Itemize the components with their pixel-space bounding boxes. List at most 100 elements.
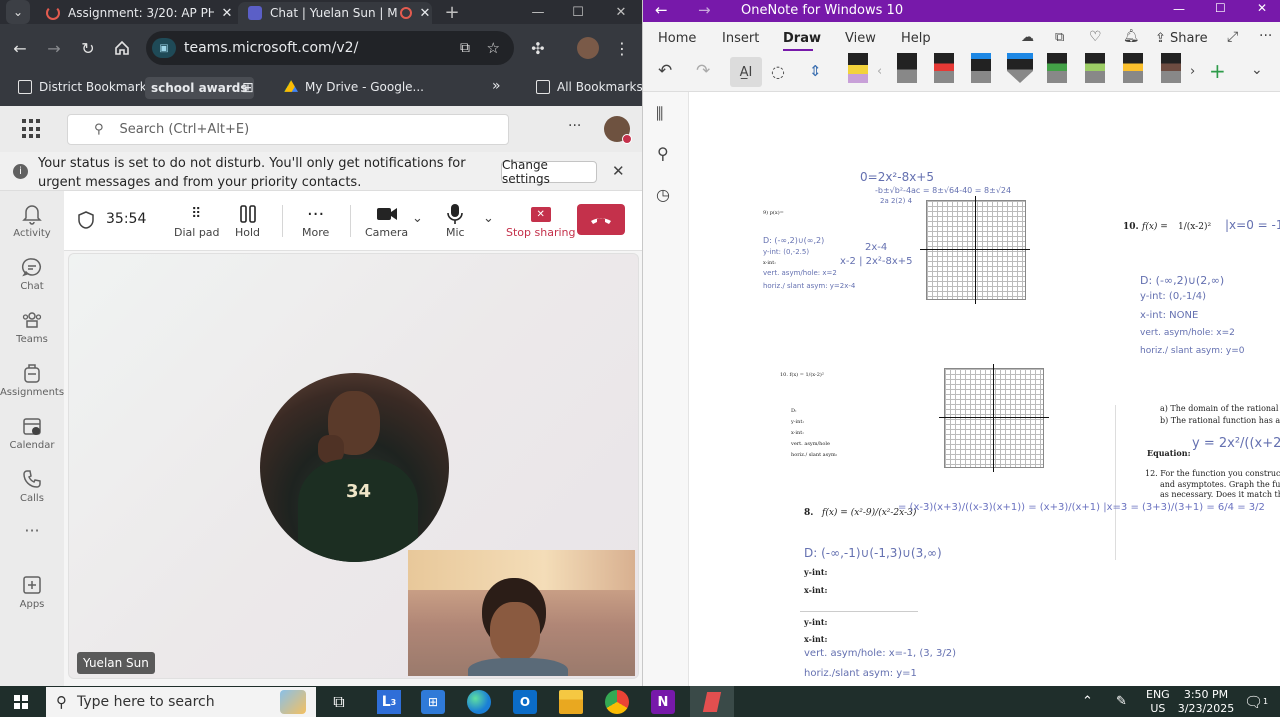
- lasso-select-icon[interactable]: ◌: [771, 62, 785, 81]
- close-icon[interactable]: ✕: [612, 162, 625, 180]
- add-pen-icon[interactable]: +: [1209, 59, 1226, 83]
- back-icon[interactable]: ←: [8, 36, 32, 60]
- menu-icon[interactable]: ⋮: [610, 36, 634, 60]
- pen-yellow[interactable]: [1123, 53, 1143, 83]
- minimize-icon[interactable]: —: [1173, 2, 1185, 16]
- site-info-icon[interactable]: ▣: [152, 38, 176, 58]
- pen-brown[interactable]: [1161, 53, 1181, 83]
- forward-icon[interactable]: →: [42, 36, 66, 60]
- taskbar-search[interactable]: ⚲ Type here to search: [46, 687, 316, 717]
- tab-view[interactable]: View: [845, 31, 876, 46]
- task-view-icon[interactable]: ⧉: [327, 690, 351, 714]
- rail-calendar[interactable]: Calendar: [0, 415, 64, 451]
- expand-icon[interactable]: ⤢: [1227, 29, 1238, 45]
- minimize-icon[interactable]: —: [516, 0, 560, 24]
- notifications-bell-icon[interactable]: 🔔︎: [1123, 29, 1140, 44]
- pen-lime[interactable]: [1085, 53, 1105, 83]
- bookmarks-overflow-button[interactable]: »: [492, 78, 501, 94]
- rail-more-button[interactable]: ···: [0, 521, 64, 540]
- ribbon-collapse-icon[interactable]: ⌄: [1251, 62, 1263, 78]
- eraser-tool[interactable]: [848, 53, 868, 83]
- pen-blue[interactable]: [971, 53, 991, 83]
- settings-more-button[interactable]: ···: [568, 118, 581, 134]
- onenote-icon[interactable]: N: [651, 690, 675, 714]
- more-button[interactable]: ··· More: [302, 202, 329, 240]
- leave-call-button[interactable]: [577, 204, 625, 235]
- bookmark-district[interactable]: District Bookmarks: [18, 80, 153, 94]
- pen-tray-icon[interactable]: ✎: [1116, 686, 1127, 717]
- lightbulb-icon[interactable]: ♡: [1089, 29, 1102, 45]
- install-app-icon[interactable]: ⧉: [460, 40, 470, 56]
- tab-help[interactable]: Help: [901, 31, 931, 46]
- user-avatar[interactable]: [604, 116, 632, 144]
- type-select-tool[interactable]: A̲I: [730, 57, 762, 87]
- clock[interactable]: 3:50 PM 3/23/2025: [1178, 686, 1234, 717]
- rail-teams[interactable]: Teams: [0, 309, 64, 345]
- mic-button[interactable]: Mic: [446, 202, 465, 239]
- taskbar-app-l[interactable]: L3: [377, 690, 401, 714]
- dialpad-button[interactable]: ⠿ Dial pad: [174, 202, 220, 239]
- camera-options-chevron-icon[interactable]: ⌄: [412, 211, 423, 226]
- language-indicator[interactable]: ENG US: [1146, 686, 1170, 717]
- bookmark-school-awards[interactable]: school awards: [145, 77, 254, 99]
- maximize-icon[interactable]: ☐: [556, 0, 600, 24]
- forward-icon[interactable]: →: [698, 1, 711, 19]
- mic-options-chevron-icon[interactable]: ⌄: [483, 211, 494, 226]
- notebook-icon[interactable]: ⧉: [1055, 30, 1064, 45]
- profile-avatar[interactable]: [576, 36, 600, 60]
- stop-sharing-button[interactable]: ✕ Stop sharing: [506, 202, 575, 239]
- address-bar[interactable]: ▣ teams.microsoft.com/v2/ ⧉ ☆: [146, 31, 514, 65]
- store-icon[interactable]: ⊞: [421, 690, 445, 714]
- tab-search-button[interactable]: ⌄: [6, 0, 30, 24]
- rail-chat[interactable]: Chat: [0, 256, 64, 292]
- app-launcher-icon[interactable]: [22, 119, 42, 139]
- extensions-icon[interactable]: ✣: [526, 36, 550, 60]
- pen-green[interactable]: [1047, 53, 1067, 83]
- edge-icon[interactable]: [467, 690, 491, 714]
- outlook-icon[interactable]: O: [513, 690, 537, 714]
- bookmark-apps[interactable]: ⊞: [242, 80, 254, 96]
- redo-icon[interactable]: ↷: [696, 61, 710, 81]
- bookmark-star-icon[interactable]: ☆: [487, 39, 500, 57]
- immersive-reader-icon[interactable]: ☁: [1021, 30, 1034, 45]
- rail-activity[interactable]: Activity: [0, 203, 64, 239]
- camera-button[interactable]: Camera: [365, 202, 408, 239]
- windows-start-icon[interactable]: [14, 695, 28, 709]
- tab-teams-chat[interactable]: Chat | Yuelan Sun | Mic ✕: [238, 2, 432, 24]
- pen-red[interactable]: [934, 53, 954, 83]
- new-tab-button[interactable]: +: [430, 0, 474, 24]
- all-bookmarks[interactable]: All Bookmarks: [536, 80, 642, 94]
- hold-button[interactable]: Hold: [235, 202, 260, 239]
- tray-overflow-icon[interactable]: ⌃: [1082, 686, 1093, 717]
- reload-icon[interactable]: ↻: [76, 36, 100, 60]
- file-explorer-icon[interactable]: [559, 690, 583, 714]
- rail-calls[interactable]: Calls: [0, 468, 64, 504]
- share-button[interactable]: ⇪ Share: [1155, 31, 1208, 46]
- more-options-icon[interactable]: ···: [1259, 28, 1272, 44]
- pen-black[interactable]: [897, 53, 917, 83]
- home-icon[interactable]: [110, 36, 134, 60]
- close-window-icon[interactable]: ✕: [599, 0, 642, 24]
- tab-draw[interactable]: Draw: [783, 31, 821, 46]
- scroll-left-icon[interactable]: ‹: [877, 64, 882, 79]
- chrome-icon[interactable]: [605, 690, 629, 714]
- active-app-icon[interactable]: [690, 686, 734, 717]
- notifications-icon[interactable]: 🗨︎ 1: [1244, 686, 1268, 717]
- bookmark-my-drive[interactable]: My Drive - Google...: [284, 80, 424, 94]
- search-icon[interactable]: ⚲: [657, 144, 669, 163]
- back-icon[interactable]: ←: [655, 1, 668, 19]
- maximize-icon[interactable]: ☐: [1215, 1, 1226, 15]
- tab-home[interactable]: Home: [658, 31, 696, 46]
- close-icon[interactable]: ✕: [1257, 1, 1267, 15]
- rail-assignments[interactable]: Assignments: [0, 362, 64, 398]
- close-tab-icon[interactable]: ✕: [220, 6, 234, 21]
- tab-insert[interactable]: Insert: [722, 31, 759, 46]
- tab-assignment[interactable]: Assignment: 3/20: AP PHYS ✕: [36, 2, 234, 24]
- insert-space-icon[interactable]: ⇕: [809, 62, 822, 80]
- undo-icon[interactable]: ↶: [658, 61, 672, 81]
- change-settings-button[interactable]: Change settings: [501, 158, 597, 186]
- recent-clock-icon[interactable]: ◷: [656, 185, 670, 204]
- rail-apps[interactable]: Apps: [0, 574, 64, 610]
- teams-search-input[interactable]: ⚲ Search (Ctrl+Alt+E): [67, 114, 509, 145]
- scroll-right-icon[interactable]: ›: [1190, 64, 1195, 79]
